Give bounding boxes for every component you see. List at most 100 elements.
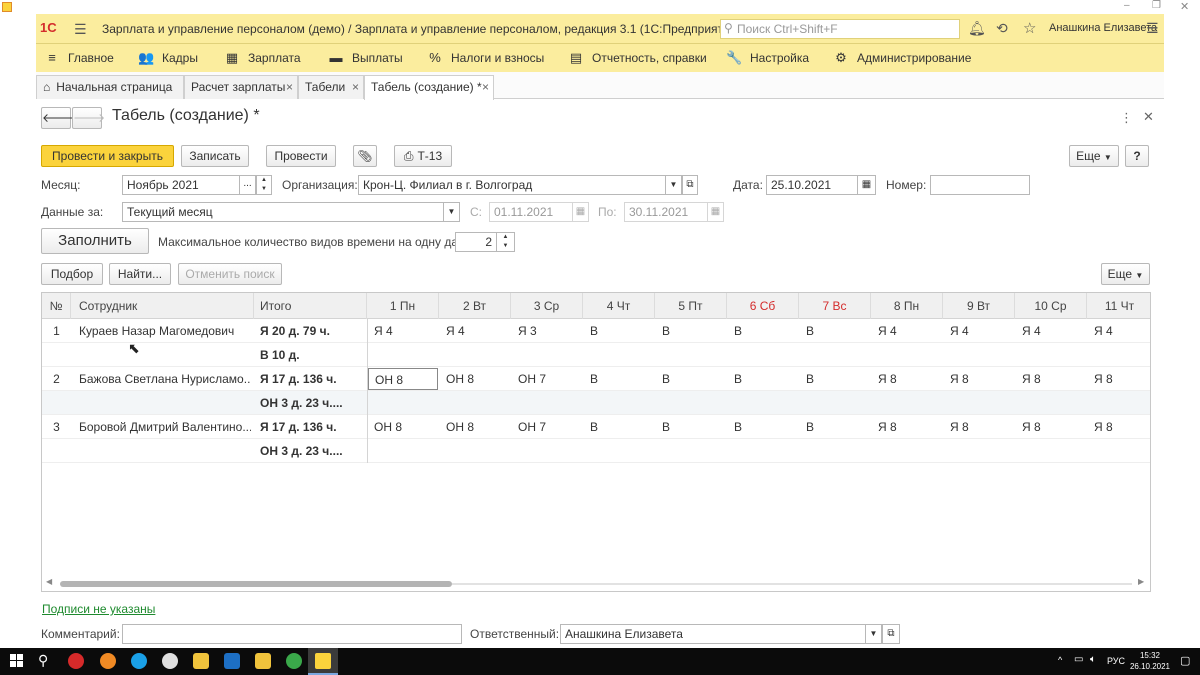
col-header-day[interactable]: 11 Чт: [1087, 293, 1150, 319]
calendar-icon[interactable]: ▦: [858, 175, 876, 195]
day-cell-secondary[interactable]: [512, 344, 582, 366]
day-cell-secondary[interactable]: [368, 440, 438, 462]
day-cell[interactable]: Я 8: [1016, 368, 1086, 390]
day-cell-secondary[interactable]: [440, 392, 510, 414]
cancel-search-button[interactable]: Отменить поиск: [178, 263, 282, 285]
day-cell-secondary[interactable]: [872, 440, 942, 462]
calendar-icon[interactable]: ▦: [573, 202, 589, 222]
period-dropdown-icon[interactable]: ▼: [444, 202, 460, 222]
folder-icon[interactable]: [255, 653, 271, 669]
outlook-icon[interactable]: [224, 653, 240, 669]
day-cell[interactable]: В: [728, 416, 798, 438]
day-cell[interactable]: ОН 8: [368, 368, 438, 390]
save-button[interactable]: Записать: [181, 145, 249, 167]
day-cell[interactable]: Я 4: [1016, 320, 1086, 342]
star-icon[interactable]: ☆: [1023, 19, 1036, 37]
date-field[interactable]: 25.10.2021: [766, 175, 858, 195]
settings-menu-icon[interactable]: ☰: [1146, 20, 1159, 37]
employee-name[interactable]: Кураев Назар Магомедович: [79, 319, 251, 343]
main-menu-icon[interactable]: ☰: [74, 21, 87, 38]
employee-name[interactable]: Бажова Светлана Нурисламо...: [79, 367, 251, 391]
col-header-employee[interactable]: Сотрудник: [71, 293, 254, 319]
day-cell-secondary[interactable]: [728, 392, 798, 414]
search-icon[interactable]: ⚲: [38, 652, 48, 669]
history-icon[interactable]: ⟲: [996, 20, 1008, 37]
col-header-total[interactable]: Итого: [254, 293, 367, 319]
day-cell-secondary[interactable]: [728, 344, 798, 366]
horizontal-scrollbar[interactable]: ◀ ▶: [42, 577, 1150, 591]
user-name[interactable]: Анашкина Елизавета: [1049, 22, 1157, 34]
network-icon[interactable]: ▭: [1074, 654, 1083, 665]
day-cell-secondary[interactable]: [440, 440, 510, 462]
period-field[interactable]: Текущий месяц: [122, 202, 444, 222]
clock-time[interactable]: 15:32: [1134, 651, 1166, 660]
taskbar-active-app[interactable]: [308, 648, 338, 675]
col-header-day[interactable]: 5 Пт: [655, 293, 727, 319]
menu-reports[interactable]: ▤ Отчетность, справки: [568, 44, 707, 72]
col-header-day[interactable]: 1 Пн: [367, 293, 439, 319]
day-cell-secondary[interactable]: [872, 344, 942, 366]
day-cell-secondary[interactable]: [584, 344, 654, 366]
day-cell-secondary[interactable]: [1016, 344, 1086, 366]
day-cell[interactable]: Я 8: [872, 368, 942, 390]
print-t13-button[interactable]: ⎙ Т-13: [394, 145, 452, 167]
scroll-right-icon[interactable]: ▶: [1138, 577, 1144, 586]
day-cell[interactable]: В: [800, 320, 870, 342]
day-cell[interactable]: Я 4: [1088, 320, 1150, 342]
responsible-dropdown-icon[interactable]: ▼: [866, 624, 882, 644]
tab-timesheet-create[interactable]: Табель (создание) * ×: [364, 75, 494, 100]
close-tab-icon[interactable]: ×: [482, 76, 489, 98]
day-cell-secondary[interactable]: [800, 344, 870, 366]
day-cell[interactable]: Я 3: [512, 320, 582, 342]
tray-chevron-icon[interactable]: ^: [1058, 655, 1062, 665]
org-open-icon[interactable]: ⧉: [682, 175, 698, 195]
day-cell[interactable]: Я 4: [944, 320, 1014, 342]
minimize-icon[interactable]: –: [1124, 0, 1130, 11]
col-header-day-weekend[interactable]: 7 Вс: [799, 293, 871, 319]
day-cell-secondary[interactable]: [1088, 440, 1150, 462]
language-indicator[interactable]: РУС: [1107, 656, 1125, 666]
from-field[interactable]: 01.11.2021: [489, 202, 573, 222]
help-button[interactable]: ?: [1125, 145, 1149, 167]
chrome-icon[interactable]: [162, 653, 178, 669]
day-cell-secondary[interactable]: [512, 440, 582, 462]
day-cell-secondary[interactable]: [584, 392, 654, 414]
menu-staff[interactable]: 👥 Кадры: [138, 44, 198, 72]
col-header-day-weekend[interactable]: 6 Сб: [727, 293, 799, 319]
clock-date[interactable]: 26.10.2021: [1127, 662, 1173, 671]
day-cell[interactable]: В: [584, 320, 654, 342]
day-cell-secondary[interactable]: [800, 392, 870, 414]
day-cell[interactable]: В: [584, 416, 654, 438]
chrome-2-icon[interactable]: [286, 653, 302, 669]
day-cell-secondary[interactable]: [944, 344, 1014, 366]
menu-salary[interactable]: ▦ Зарплата: [224, 44, 301, 72]
total-primary[interactable]: Я 17 д. 136 ч.: [260, 415, 365, 439]
menu-admin[interactable]: ⚙ Администрирование: [833, 44, 971, 72]
total-primary[interactable]: Я 20 д. 79 ч.: [260, 319, 365, 343]
day-cell[interactable]: Я 8: [1088, 416, 1150, 438]
more-button[interactable]: Еще ▼: [1069, 145, 1119, 167]
day-cell[interactable]: ОН 8: [368, 416, 438, 438]
day-cell[interactable]: Я 8: [872, 416, 942, 438]
close-form-icon[interactable]: ✕: [1143, 109, 1154, 125]
day-cell-secondary[interactable]: [656, 392, 726, 414]
menu-settings[interactable]: 🔧 Настройка: [726, 44, 809, 72]
col-header-day[interactable]: 10 Ср: [1015, 293, 1087, 319]
max-types-field[interactable]: 2: [455, 232, 497, 252]
org-field[interactable]: Крон-Ц. Филиал в г. Волгоград: [358, 175, 666, 195]
day-cell[interactable]: Я 4: [368, 320, 438, 342]
org-dropdown-icon[interactable]: ▼: [666, 175, 682, 195]
day-cell-secondary[interactable]: [368, 344, 438, 366]
day-cell[interactable]: Я 8: [1016, 416, 1086, 438]
bell-icon[interactable]: 🔔︎: [968, 20, 986, 37]
scrollbar-thumb[interactable]: [60, 581, 452, 587]
month-spinner[interactable]: ▲ ▼: [256, 175, 272, 195]
max-types-spinner[interactable]: ▲ ▼: [497, 232, 515, 252]
col-header-day[interactable]: 8 Пн: [871, 293, 943, 319]
day-cell[interactable]: Я 8: [944, 368, 1014, 390]
day-cell[interactable]: В: [584, 368, 654, 390]
col-header-day[interactable]: 4 Чт: [583, 293, 655, 319]
back-button[interactable]: 🡐: [41, 107, 74, 129]
day-cell-secondary[interactable]: [440, 344, 510, 366]
select-button[interactable]: Подбор: [41, 263, 103, 285]
